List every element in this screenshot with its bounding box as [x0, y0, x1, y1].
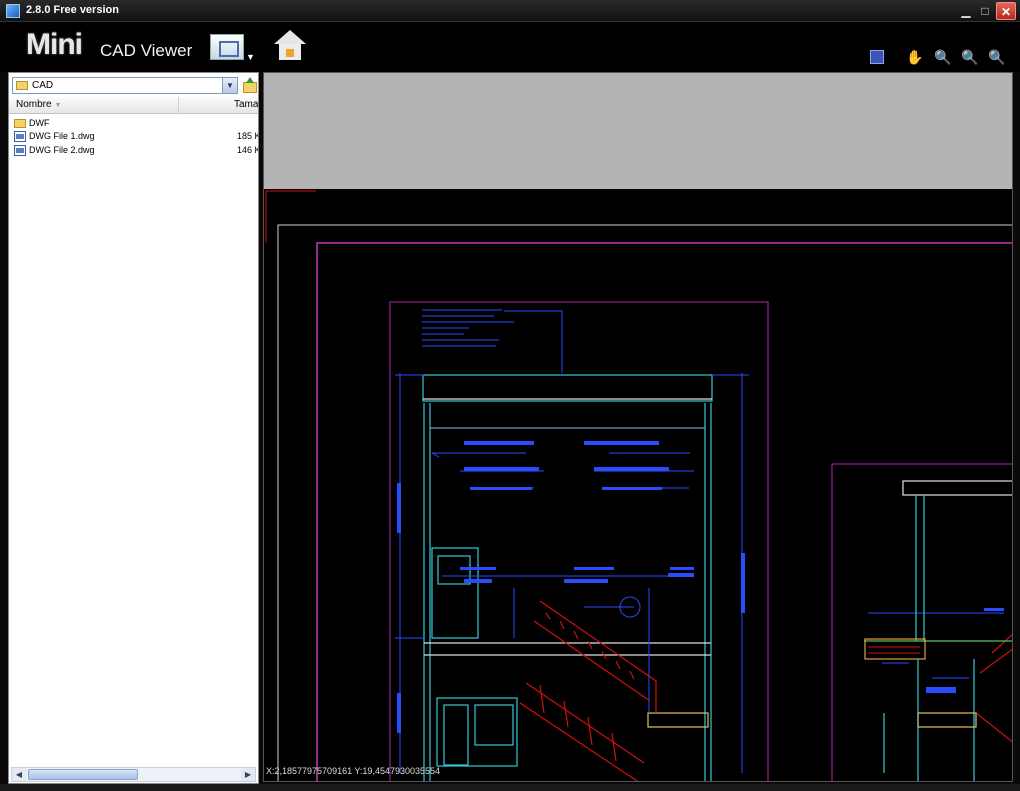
title-bar[interactable]: 2.8.0 Free version ▁ □ ✕ [0, 0, 1020, 22]
right-detail-hatch [868, 646, 920, 654]
dimension-text [397, 441, 1004, 733]
logo-mini: Mini [26, 28, 83, 61]
list-item[interactable]: DWF [9, 117, 258, 131]
home-icon[interactable] [274, 30, 306, 62]
folder-select-value: CAD [32, 80, 54, 91]
cad-drawing [264, 73, 1012, 781]
open-file-icon[interactable] [210, 34, 244, 60]
chevron-down-icon[interactable]: ▼ [222, 78, 237, 93]
paper-background [264, 73, 1012, 189]
file-name: DWG File 1.dwg [29, 131, 95, 141]
app-icon [6, 4, 20, 18]
main-toolbar: Mini CAD Viewer ▼ ✋ 🔍 🔍 🔍 [0, 22, 1020, 72]
file-list-header: Nombre▼ Tamaño [9, 97, 258, 114]
scroll-left-icon[interactable]: ◀ [12, 768, 26, 781]
file-size: 146 KB [237, 145, 258, 155]
folder-up-icon[interactable] [241, 77, 257, 93]
magenta-border [316, 242, 1012, 781]
file-name: DWF [29, 118, 50, 128]
scroll-right-icon[interactable]: ▶ [241, 768, 255, 781]
hand-icon[interactable]: ✋ [906, 48, 924, 66]
minimize-button[interactable]: ▁ [956, 2, 976, 20]
file-size: 185 KB [237, 131, 258, 141]
window-title: 2.8.0 Free version [26, 4, 119, 16]
dwg-file-icon [14, 131, 26, 142]
coordinate-readout: X:2,18577975709161 Y:19,4547930035554 [266, 766, 441, 776]
horizontal-scrollbar[interactable]: ◀ ▶ [11, 767, 256, 782]
list-item[interactable]: DWG File 1.dwg 185 KB [9, 130, 258, 144]
drawing-canvas[interactable] [263, 72, 1013, 782]
column-header-size[interactable]: Tamaño [180, 97, 258, 113]
sort-arrow-icon: ▼ [54, 102, 62, 109]
zoom-out-icon[interactable]: 🔍 [988, 48, 1006, 66]
file-name: DWG File 2.dwg [29, 145, 95, 155]
folder-icon [16, 81, 28, 90]
zoom-window-icon[interactable]: 🔍 [934, 48, 952, 66]
app-window: 2.8.0 Free version ▁ □ ✕ Mini CAD Viewer… [0, 0, 1020, 791]
column-header-name[interactable]: Nombre ▼ [9, 97, 179, 113]
close-button[interactable]: ✕ [996, 2, 1016, 20]
save-icon[interactable] [870, 50, 884, 64]
file-browser-panel: CAD ▼ Nombre▼ Tamaño DWF DWG File 1.dwg … [8, 72, 259, 784]
scrollbar-thumb[interactable] [28, 769, 138, 780]
folder-select[interactable]: CAD ▼ [12, 77, 238, 94]
open-dropdown-arrow-icon[interactable]: ▼ [246, 52, 255, 62]
zoom-in-icon[interactable]: 🔍 [961, 48, 979, 66]
window-frame-bottom [0, 784, 1020, 791]
dwg-file-icon [14, 145, 26, 156]
notes-block [422, 309, 563, 373]
detail-frame-right [831, 463, 1012, 781]
red-corner-mark [265, 190, 316, 243]
logo-cad-viewer: CAD Viewer [100, 41, 193, 60]
list-item[interactable]: DWG File 2.dwg 146 KB [9, 144, 258, 158]
folder-icon [14, 119, 26, 128]
right-detail-structure [864, 480, 1012, 781]
column-header-name-label: Nombre [16, 99, 52, 110]
maximize-button[interactable]: □ [975, 2, 995, 20]
